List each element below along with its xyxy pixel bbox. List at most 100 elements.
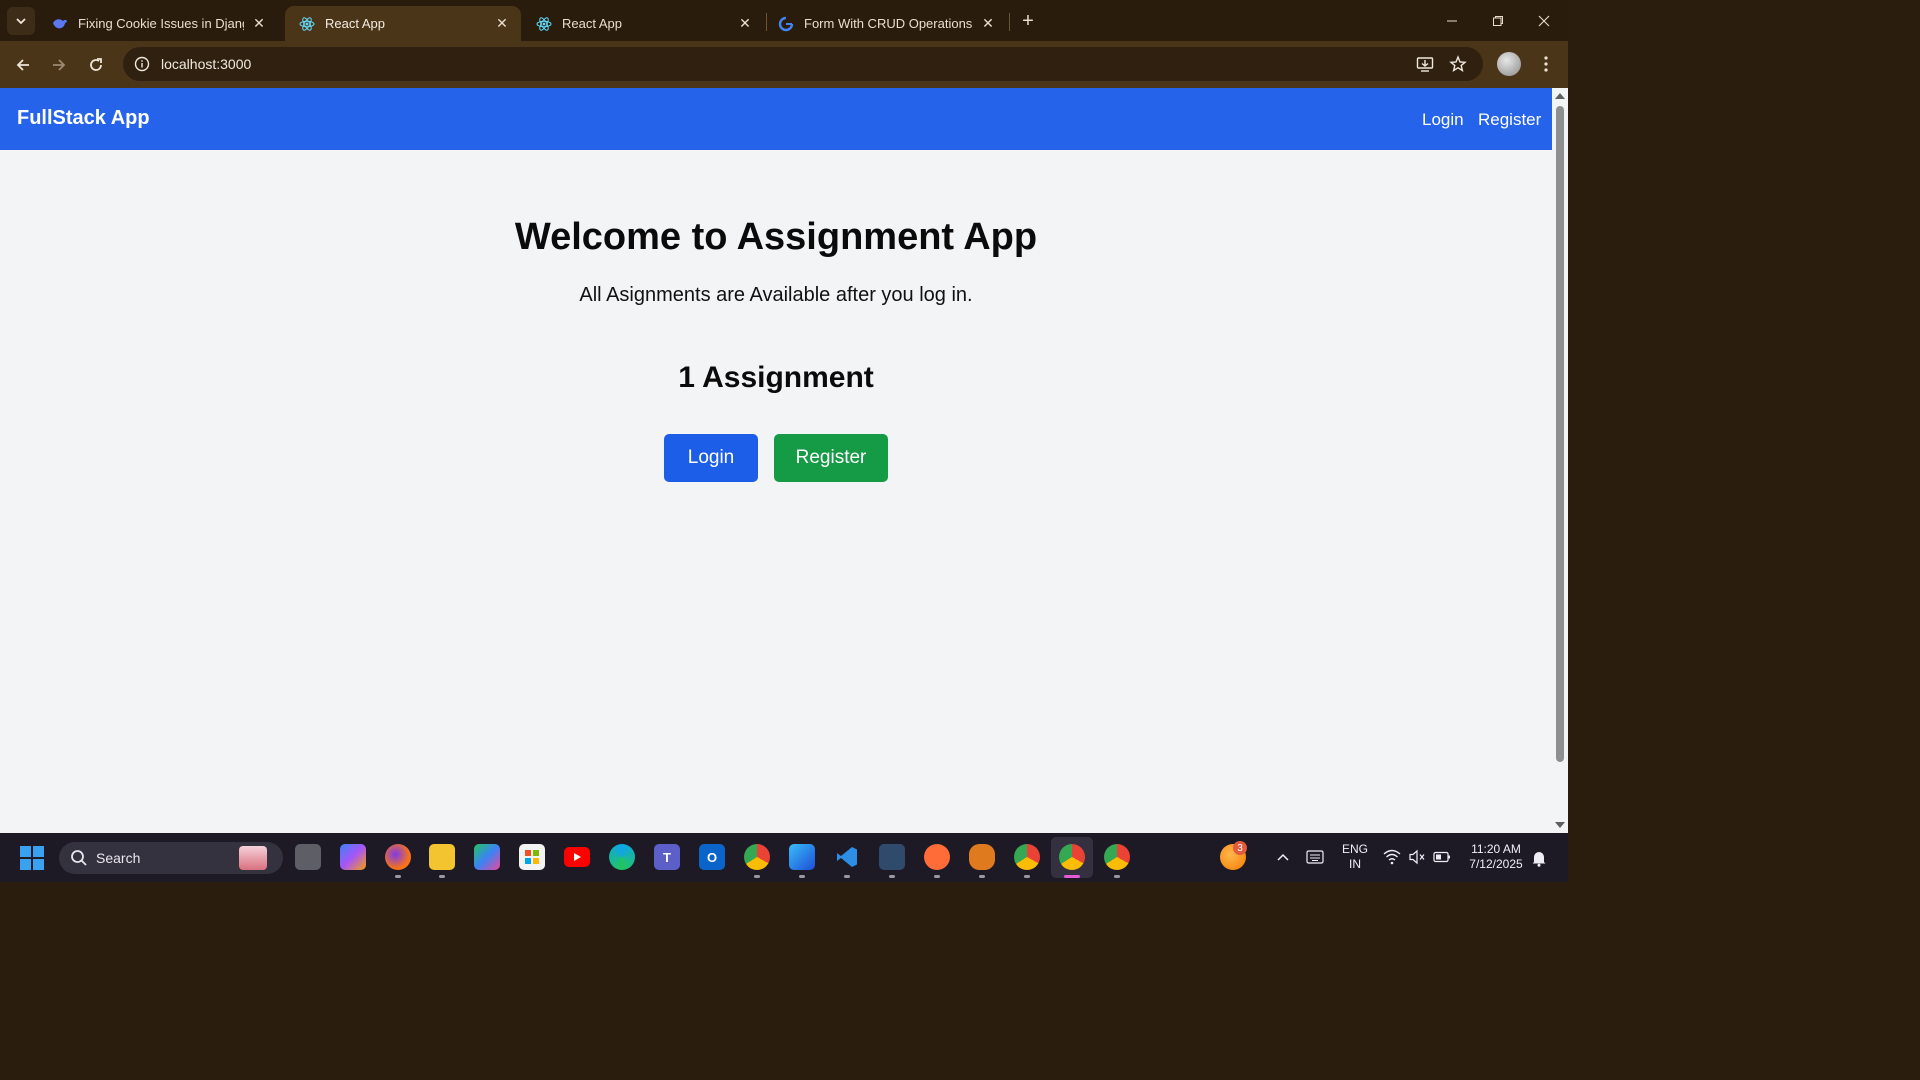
- taskbar: Search T O 3 ENG IN 11:20 AM 7/12/2025: [0, 833, 1568, 882]
- page-title: Welcome to Assignment App: [514, 216, 1038, 258]
- chevron-up-icon[interactable]: [1276, 852, 1290, 862]
- site-info-icon[interactable]: [125, 47, 159, 81]
- tab-title: Form With CRUD Operations - Go: [804, 16, 973, 31]
- plus-icon: +: [1022, 9, 1034, 32]
- minimize-button[interactable]: [1429, 0, 1475, 41]
- language-text: ENG: [1341, 842, 1368, 856]
- language-indicator[interactable]: ENG IN: [1338, 842, 1372, 872]
- install-app-icon[interactable]: [1410, 47, 1440, 81]
- tab-search-button[interactable]: [7, 7, 35, 35]
- app-brand[interactable]: FullStack App: [17, 107, 150, 130]
- outlook-icon[interactable]: O: [699, 844, 725, 870]
- register-button[interactable]: Register: [774, 434, 888, 482]
- browser-toolbar: localhost:3000: [0, 41, 1568, 88]
- brave-icon[interactable]: [969, 844, 995, 870]
- new-tab-button[interactable]: +: [1016, 9, 1040, 33]
- microsoft-365-icon[interactable]: [474, 844, 500, 870]
- copilot-icon[interactable]: [340, 844, 366, 870]
- page-viewport: FullStack App Login Register Welcome to …: [0, 88, 1552, 833]
- restore-button[interactable]: [1475, 0, 1521, 41]
- login-button[interactable]: Login: [664, 434, 758, 482]
- wifi-icon[interactable]: [1383, 849, 1401, 865]
- teams-icon[interactable]: T: [654, 844, 680, 870]
- chrome-profile-icon[interactable]: [744, 844, 770, 870]
- running-indicator: [934, 875, 940, 878]
- running-indicator: [1024, 875, 1030, 878]
- vscode-icon[interactable]: [834, 844, 860, 870]
- search-highlight-icon: [239, 846, 267, 870]
- back-button[interactable]: [8, 50, 38, 80]
- running-indicator: [799, 875, 805, 878]
- file-explorer-icon[interactable]: [429, 844, 455, 870]
- app-navbar: FullStack App Login Register: [0, 88, 1552, 150]
- chevron-down-icon: [16, 18, 26, 25]
- nav-register-link[interactable]: Register: [1478, 110, 1541, 130]
- reload-icon: [90, 58, 102, 71]
- close-icon[interactable]: ✕: [493, 15, 511, 33]
- nav-login-link[interactable]: Login: [1422, 110, 1464, 130]
- react-icon: [536, 16, 552, 32]
- tab-strip: Fixing Cookie Issues in Django B ✕ React…: [0, 0, 1568, 41]
- profile-avatar[interactable]: [1497, 52, 1521, 76]
- running-indicator: [754, 875, 760, 878]
- page-subtitle: All Asignments are Available after you l…: [579, 284, 973, 306]
- youtube-icon[interactable]: [564, 847, 590, 867]
- search-label: Search: [96, 850, 141, 866]
- tab-react-app-active[interactable]: React App ✕: [285, 6, 521, 41]
- battery-icon[interactable]: [1433, 850, 1451, 864]
- close-window-button[interactable]: [1521, 0, 1567, 41]
- deepseek-icon: [52, 16, 68, 32]
- clock-time: 11:20 AM: [1471, 842, 1521, 856]
- chrome-icon[interactable]: [1014, 844, 1040, 870]
- task-view-icon[interactable]: [295, 844, 321, 870]
- region-text: IN: [1349, 857, 1361, 871]
- chrome-active-icon[interactable]: [1059, 844, 1085, 870]
- tab-title: React App: [325, 16, 385, 31]
- url-text: localhost:3000: [161, 56, 252, 72]
- mysql-workbench-icon[interactable]: [879, 844, 905, 870]
- active-indicator: [1064, 875, 1080, 878]
- photos-icon[interactable]: [789, 844, 815, 870]
- tab-separator: [1009, 13, 1010, 31]
- forward-button[interactable]: [44, 50, 74, 80]
- running-indicator: [889, 875, 895, 878]
- chrome-profile-2-icon[interactable]: [1104, 844, 1130, 870]
- page-scrollbar[interactable]: [1552, 88, 1568, 833]
- bookmark-star-icon[interactable]: [1443, 47, 1473, 81]
- scroll-up-icon[interactable]: [1555, 93, 1565, 99]
- notification-bell-icon[interactable]: [1531, 849, 1547, 867]
- tab-fixing-cookie[interactable]: Fixing Cookie Issues in Django B ✕: [38, 6, 278, 41]
- react-icon: [299, 16, 315, 32]
- close-icon[interactable]: ✕: [736, 15, 754, 33]
- tab-form-crud[interactable]: Form With CRUD Operations - Go ✕: [764, 6, 1007, 41]
- reload-button[interactable]: [81, 50, 111, 80]
- volume-muted-icon[interactable]: [1408, 849, 1426, 865]
- address-bar[interactable]: localhost:3000: [123, 47, 1483, 81]
- running-indicator: [1114, 875, 1120, 878]
- restore-icon: [1493, 15, 1503, 26]
- google-icon: [778, 16, 794, 32]
- tab-title: Fixing Cookie Issues in Django B: [78, 16, 244, 31]
- running-indicator: [844, 875, 850, 878]
- running-indicator: [395, 875, 401, 878]
- keyboard-icon[interactable]: [1306, 850, 1324, 864]
- microsoft-store-icon[interactable]: [519, 844, 545, 870]
- close-icon[interactable]: ✕: [250, 15, 268, 33]
- tab-title: React App: [562, 16, 622, 31]
- scroll-down-icon[interactable]: [1555, 822, 1565, 828]
- windows-start-icon[interactable]: [20, 846, 44, 870]
- close-icon[interactable]: ✕: [979, 15, 997, 33]
- taskbar-search[interactable]: Search: [59, 842, 283, 874]
- scrollbar-thumb[interactable]: [1556, 106, 1564, 762]
- browser-menu-button[interactable]: [1536, 52, 1556, 76]
- tab-react-app[interactable]: React App ✕: [522, 6, 764, 41]
- assignment-count: 1 Assignment: [678, 361, 874, 394]
- postman-icon[interactable]: [924, 844, 950, 870]
- weather-badge: 3: [1233, 841, 1247, 855]
- clock[interactable]: 11:20 AM 7/12/2025: [1460, 842, 1532, 872]
- clock-date: 7/12/2025: [1469, 857, 1523, 871]
- arrow-left-icon: [16, 59, 29, 71]
- arrow-right-icon: [53, 59, 66, 71]
- edge-icon[interactable]: [609, 844, 635, 870]
- firefox-icon[interactable]: [385, 844, 411, 870]
